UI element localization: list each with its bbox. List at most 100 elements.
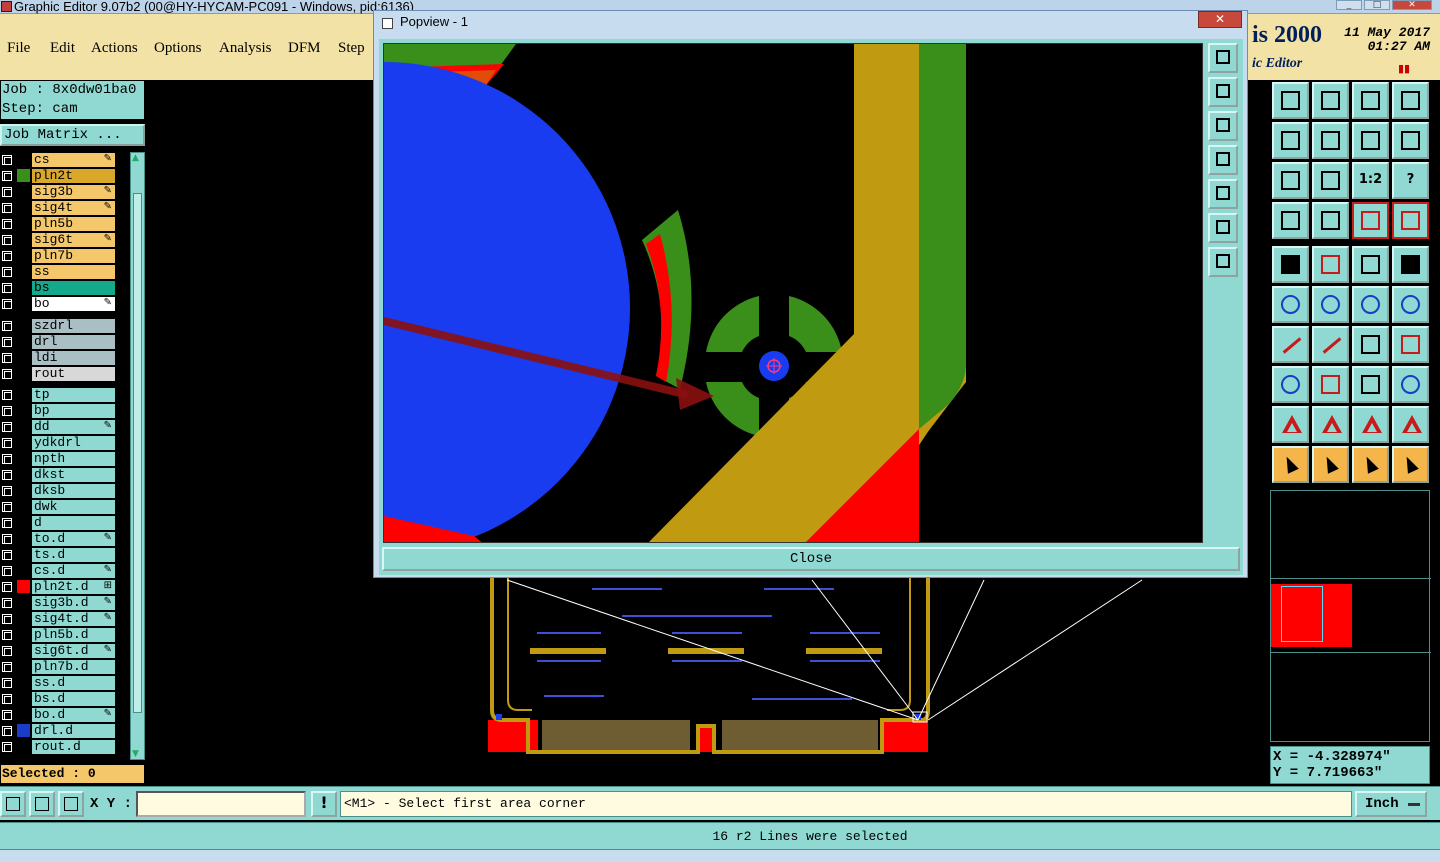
layer-checkbox[interactable] (2, 550, 12, 560)
layer-name[interactable]: bs (32, 281, 115, 295)
layer-checkbox[interactable] (2, 235, 12, 245)
layer-row[interactable]: ss.d (0, 675, 116, 690)
layer-row[interactable]: cs ✎ (0, 152, 116, 167)
layer-row[interactable]: sig4t.d ✎ (0, 611, 116, 626)
palette-icon[interactable] (1272, 202, 1309, 239)
layer-checkbox[interactable] (2, 267, 12, 277)
layer-row[interactable]: sig6t ✎ (0, 232, 116, 247)
layer-row[interactable]: bo ✎ (0, 296, 116, 311)
layer-row[interactable]: szdrl (0, 318, 116, 333)
layer-name[interactable]: drl.d (32, 724, 115, 738)
minimize-icon[interactable]: _ (1336, 0, 1362, 10)
layer-checkbox[interactable] (2, 422, 12, 432)
layer-row[interactable]: npth (0, 451, 116, 466)
layer-row[interactable]: ldi (0, 350, 116, 365)
layer-name[interactable]: dkst (32, 468, 115, 482)
layer-row[interactable]: bp (0, 403, 116, 418)
layer-color-swatch[interactable] (17, 297, 30, 310)
layer-checkbox[interactable] (2, 203, 12, 213)
menu-edit[interactable]: Edit (50, 40, 75, 57)
layer-name[interactable]: bo ✎ (32, 297, 115, 311)
pause-icon[interactable]: ▮▮ (1398, 62, 1410, 75)
layer-row[interactable]: pln5b (0, 216, 116, 231)
layer-color-swatch[interactable] (17, 217, 30, 230)
layer-name[interactable]: dwk (32, 500, 115, 514)
line-segment-icon[interactable] (1312, 366, 1349, 403)
scroll-up-icon[interactable]: ▲ (132, 153, 139, 163)
layer-color-swatch[interactable] (17, 351, 30, 364)
layer-color-swatch[interactable] (17, 564, 30, 577)
layer-color-swatch[interactable] (17, 532, 30, 545)
layer-name[interactable]: pln5b.d (32, 628, 115, 642)
popview-canvas[interactable] (383, 43, 1203, 543)
layer-name[interactable]: ss.d (32, 676, 115, 690)
layer-color-swatch[interactable] (17, 628, 30, 641)
layer-checkbox[interactable] (2, 337, 12, 347)
pan-left-icon[interactable] (1272, 122, 1309, 159)
layer-name[interactable]: pln2t.d ⊞ (32, 580, 115, 594)
unit-select[interactable]: Inch (1355, 791, 1427, 817)
layer-checkbox[interactable] (2, 518, 12, 528)
layer-color-swatch[interactable] (17, 420, 30, 433)
layer-row[interactable]: dd ✎ (0, 419, 116, 434)
snap-grid-icon[interactable] (58, 791, 84, 817)
menu-actions[interactable]: Actions (91, 40, 138, 57)
exclamation-button[interactable]: ! (311, 791, 337, 817)
popview-close-icon[interactable]: ✕ (1198, 11, 1242, 28)
layer-row[interactable]: cs.d ✎ (0, 563, 116, 578)
layer-checkbox[interactable] (2, 486, 12, 496)
grid-icon[interactable] (1312, 202, 1349, 239)
layer-color-swatch[interactable] (17, 468, 30, 481)
layer-checkbox[interactable] (2, 678, 12, 688)
layer-row[interactable]: sig6t.d ✎ (0, 643, 116, 658)
layer-checkbox[interactable] (2, 454, 12, 464)
layer-checkbox[interactable] (2, 406, 12, 416)
layer-color-swatch[interactable] (17, 436, 30, 449)
scroll-down-icon[interactable]: ▼ (132, 749, 139, 759)
layer-color-swatch[interactable] (17, 548, 30, 561)
layer-color-swatch[interactable] (17, 596, 30, 609)
layer-row[interactable]: d (0, 515, 116, 530)
layer-name[interactable]: bs.d (32, 692, 115, 706)
layer-name[interactable]: pln7b (32, 249, 115, 263)
select-net-icon[interactable] (1392, 446, 1429, 483)
layer-name[interactable]: npth (32, 452, 115, 466)
layer-name[interactable]: sig4t ✎ (32, 201, 115, 215)
layer-row[interactable]: bo.d ✎ (0, 707, 116, 722)
layer-checkbox[interactable] (2, 662, 12, 672)
layer-name[interactable]: ts.d (32, 548, 115, 562)
layer-checkbox[interactable] (2, 742, 12, 752)
layer-row[interactable]: pln7b (0, 248, 116, 263)
layer-checkbox[interactable] (2, 283, 12, 293)
layer-color-swatch[interactable] (17, 153, 30, 166)
layer-name[interactable]: sig3b.d ✎ (32, 596, 115, 610)
layer-color-swatch[interactable] (17, 367, 30, 380)
add-pad-icon[interactable] (1272, 246, 1309, 283)
layer-checkbox[interactable] (2, 438, 12, 448)
shape-2-icon[interactable] (1312, 406, 1349, 443)
layer-row[interactable]: bs (0, 280, 116, 295)
layer-name[interactable]: bp (32, 404, 115, 418)
layer-row[interactable]: sig3b.d ✎ (0, 595, 116, 610)
layer-color-swatch[interactable] (17, 660, 30, 673)
layer-checkbox[interactable] (2, 646, 12, 656)
layer-row[interactable]: ts.d (0, 547, 116, 562)
layer-checkbox[interactable] (2, 321, 12, 331)
layer-color-swatch[interactable] (17, 319, 30, 332)
layer-checkbox[interactable] (2, 710, 12, 720)
layer-checkbox[interactable] (2, 502, 12, 512)
layer-color-swatch[interactable] (17, 516, 30, 529)
cross-icon[interactable] (1312, 286, 1349, 323)
layer-row[interactable]: tp (0, 387, 116, 402)
layer-name[interactable]: tp (32, 388, 115, 402)
s-curve-icon[interactable] (1392, 122, 1429, 159)
line-point-2-icon[interactable] (1392, 286, 1429, 323)
layer-row[interactable]: dwk (0, 499, 116, 514)
window-fit-icon[interactable] (1392, 82, 1429, 119)
layer-row[interactable]: drl (0, 334, 116, 349)
layer-color-swatch[interactable] (17, 265, 30, 278)
layer-name[interactable]: bo.d ✎ (32, 708, 115, 722)
select-cursor-icon[interactable] (1272, 446, 1309, 483)
menu-dfm[interactable]: DFM (288, 40, 321, 57)
layer-color-swatch[interactable] (17, 500, 30, 513)
